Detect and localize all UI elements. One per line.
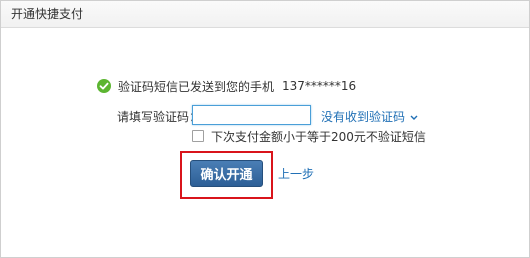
quick-pay-panel: 开通快捷支付 验证码短信已发送到您的手机 137******16 请填写验证码：… [0,0,530,258]
chevron-down-icon [410,110,418,124]
previous-step-link[interactable]: 上一步 [278,167,314,181]
check-circle-icon [97,79,111,93]
status-message: 验证码短信已发送到您的手机 [118,79,275,94]
verification-code-label: 请填写验证码： [117,110,202,124]
masked-phone-number: 137******16 [282,79,357,93]
skip-sms-option[interactable]: 下次支付金额小于等于200元不验证短信 [192,129,426,144]
panel-header: 开通快捷支付 [1,1,529,28]
verification-code-input[interactable] [192,105,311,125]
resend-code-link[interactable]: 没有收到验证码 [321,110,418,124]
panel-title: 开通快捷支付 [11,7,84,21]
resend-code-label: 没有收到验证码 [321,110,406,124]
confirm-activate-button[interactable]: 确认开通 [190,160,263,187]
sms-sent-status: 验证码短信已发送到您的手机 137******16 [97,78,356,94]
skip-sms-checkbox[interactable] [192,130,204,142]
skip-sms-label: 下次支付金额小于等于200元不验证短信 [211,129,426,144]
